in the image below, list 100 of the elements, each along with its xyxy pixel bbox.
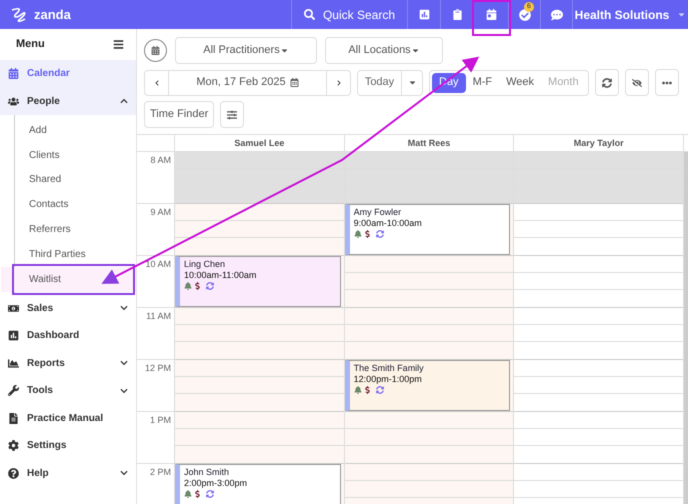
dollar-icon xyxy=(364,230,371,238)
column-header: Mary Taylor xyxy=(514,135,684,151)
hour-label: 9 AM xyxy=(150,206,171,218)
column-header: Samuel Lee xyxy=(175,135,345,151)
bell-icon xyxy=(184,282,192,290)
account-menu[interactable]: Health Solutions xyxy=(572,0,688,29)
cash-icon xyxy=(8,302,19,314)
more-button[interactable] xyxy=(654,69,679,96)
hour-label: 1 PM xyxy=(150,414,171,426)
hide-button[interactable] xyxy=(624,69,649,96)
wrench-icon xyxy=(8,385,19,396)
dollar-icon xyxy=(194,490,201,498)
calendar-icon xyxy=(8,68,19,80)
highlight-frame xyxy=(472,0,511,36)
locations-dropdown[interactable]: All Locations xyxy=(325,37,443,64)
appointment-time: 9:00am-10:00am xyxy=(354,218,423,229)
scrollbar[interactable] xyxy=(684,152,688,504)
time-slot[interactable] xyxy=(344,256,514,308)
client-name: The Smith Family xyxy=(354,363,425,374)
refresh-button[interactable] xyxy=(594,69,619,96)
chevron-down-icon xyxy=(120,359,128,368)
time-slot[interactable] xyxy=(175,360,344,412)
repeat-icon xyxy=(206,282,214,290)
repeat-icon xyxy=(206,490,214,498)
menu-title: Menu xyxy=(16,37,45,52)
time-slot[interactable] xyxy=(344,308,514,360)
quick-search-button[interactable]: Quick Search xyxy=(290,0,407,29)
today-button[interactable]: Today xyxy=(358,70,402,94)
sidebar-label: Tools xyxy=(27,384,54,398)
refresh-icon xyxy=(602,78,612,88)
sidebar-label: Dashboard xyxy=(27,329,80,344)
appointment-time: 12:00pm-1:00pm xyxy=(354,374,423,385)
sidebar-label: Calendar xyxy=(27,67,71,82)
client-name: John Smith xyxy=(184,467,230,478)
submenu-item[interactable]: Add xyxy=(15,118,136,143)
view-tab[interactable]: Week xyxy=(499,72,542,92)
chevron-down-icon xyxy=(120,304,128,312)
dollar-icon xyxy=(364,386,371,394)
calendar-icon xyxy=(486,9,496,20)
calendar-picker-button[interactable] xyxy=(144,39,167,62)
repeat-icon xyxy=(376,230,384,238)
area-chart-icon xyxy=(8,358,19,369)
practitioners-dropdown[interactable]: All Practitioners xyxy=(175,37,317,64)
search-icon xyxy=(304,9,315,20)
chevron-up-icon xyxy=(120,97,128,106)
time-slot[interactable] xyxy=(175,152,344,204)
calendar-icon xyxy=(151,46,160,55)
sliders-icon xyxy=(227,110,238,120)
repeat-icon xyxy=(376,386,384,394)
time-slot[interactable] xyxy=(344,412,514,464)
hour-label: 8 AM xyxy=(150,154,171,166)
bar-chart-icon xyxy=(418,9,430,20)
view-tab[interactable]: M-F xyxy=(466,72,500,92)
filter-button[interactable] xyxy=(220,101,244,128)
help-icon xyxy=(8,468,19,479)
date-field[interactable]: Mon, 17 Feb 2025 xyxy=(169,70,326,94)
client-name: Amy Fowler xyxy=(354,207,402,218)
eye-slash-icon xyxy=(632,78,642,88)
sidebar-label: Practice Manual xyxy=(27,412,104,426)
submenu-item[interactable]: Contacts xyxy=(15,192,136,218)
document-icon xyxy=(8,412,19,424)
hour-label: 10 AM xyxy=(145,258,171,270)
sidebar-label: People xyxy=(27,94,61,109)
bell-icon xyxy=(184,490,192,498)
column-header: Matt Rees xyxy=(344,135,514,151)
hour-label: 2 PM xyxy=(150,466,171,478)
sidebar-item[interactable]: Calendar xyxy=(0,60,136,88)
sidebar-label: Settings xyxy=(27,439,68,454)
time-slot[interactable] xyxy=(175,204,344,256)
hour-label: 11 AM xyxy=(146,310,171,322)
calendar-icon xyxy=(290,78,299,87)
submenu-item[interactable]: Third Parties xyxy=(15,242,136,267)
time-finder-button[interactable]: Time Finder xyxy=(144,101,214,128)
submenu-item[interactable]: Waitlist xyxy=(1,266,136,292)
appointment-time: 10:00am-11:00am xyxy=(184,270,258,281)
bar-chart-icon xyxy=(8,330,19,342)
client-name: Ling Chen xyxy=(184,259,226,270)
settings-icon xyxy=(8,440,19,452)
submenu-item[interactable]: Shared xyxy=(15,168,136,192)
submenu-item[interactable]: Referrers xyxy=(15,217,136,242)
bell-icon xyxy=(354,230,362,238)
dollar-icon xyxy=(194,282,201,290)
time-slot[interactable] xyxy=(175,412,344,464)
appointment-time: 2:00pm-3:00pm xyxy=(184,478,248,489)
time-slot[interactable] xyxy=(344,464,514,504)
submenu-item[interactable]: Clients xyxy=(15,142,136,168)
clipboard-icon xyxy=(452,9,462,20)
logo-text: zanda xyxy=(34,6,71,24)
menu-icon[interactable] xyxy=(113,39,124,50)
chat-icon xyxy=(550,8,562,20)
hour-label: 12 PM xyxy=(144,362,171,374)
chevron-right-icon xyxy=(336,80,342,86)
chevron-down-icon xyxy=(120,386,128,395)
sidebar-label: Sales xyxy=(27,302,54,316)
sidebar-label: Help xyxy=(27,466,50,481)
chevron-left-icon xyxy=(154,80,160,86)
bell-icon xyxy=(354,386,362,394)
time-slot[interactable] xyxy=(175,308,344,360)
sidebar-item[interactable]: People xyxy=(0,88,136,115)
people-icon xyxy=(8,96,19,107)
